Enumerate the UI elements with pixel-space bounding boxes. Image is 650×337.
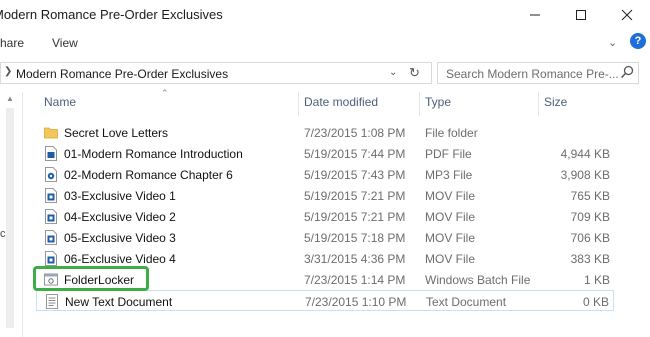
pdf-file-icon <box>45 146 57 161</box>
mov-file-icon <box>45 188 57 203</box>
scrollbar-thumb[interactable] <box>6 108 14 328</box>
sort-ascending-icon: ⌃ <box>161 88 169 98</box>
scroll-up-arrow-icon[interactable]: ▲ <box>6 94 14 103</box>
maximize-icon <box>576 10 586 20</box>
tab-share[interactable]: Share <box>0 36 24 50</box>
title-bar: Modern Romance Pre-Order Exclusives <box>0 0 650 30</box>
mov-file-icon <box>45 230 57 245</box>
column-header-size[interactable]: Size <box>544 95 567 109</box>
maximize-button[interactable] <box>558 0 604 30</box>
close-icon <box>621 9 633 21</box>
help-icon[interactable]: ? <box>630 33 646 49</box>
file-row-05-exclusive-video-3[interactable]: 05-Exclusive Video 3 5/19/2015 7:18 PM M… <box>36 227 614 248</box>
ribbon: Share View ⌄ <box>0 30 650 56</box>
file-row-secret-love-letters[interactable]: Secret Love Letters 7/23/2015 1:08 PM Fi… <box>36 122 614 143</box>
file-row-new-text-document[interactable]: New Text Document 7/23/2015 1:10 PM Text… <box>36 290 614 311</box>
address-bar[interactable]: ❯ Modern Romance Pre-Order Exclusives ⌄ … <box>0 62 432 84</box>
close-button[interactable] <box>604 0 650 30</box>
nav-scrollbar[interactable]: ▲ <box>4 92 16 337</box>
column-divider[interactable] <box>298 92 299 116</box>
search-placeholder: Search Modern Romance Pre-... <box>446 67 619 81</box>
file-row-01-modern-romance-introduction[interactable]: 01-Modern Romance Introduction 5/19/2015… <box>36 143 614 164</box>
folderlocker-highlight-box <box>33 266 149 291</box>
window-title: Modern Romance Pre-Order Exclusives <box>0 7 223 22</box>
address-row: ❯ Modern Romance Pre-Order Exclusives ⌄ … <box>0 58 650 88</box>
address-dropdown-icon[interactable]: ⌄ <box>389 67 397 78</box>
refresh-icon[interactable]: ↻ <box>409 65 420 81</box>
column-header-name[interactable]: Name <box>44 95 76 109</box>
column-header-date-modified[interactable]: Date modified <box>304 95 378 109</box>
search-icon[interactable] <box>620 65 634 79</box>
column-divider[interactable] <box>538 92 539 116</box>
minimize-button[interactable] <box>512 0 558 30</box>
column-divider[interactable] <box>419 92 420 116</box>
file-row-02-modern-romance-chapter-6[interactable]: 02-Modern Romance Chapter 6 5/19/2015 7:… <box>36 164 614 185</box>
tab-view[interactable]: View <box>52 36 78 50</box>
text-file-icon <box>46 294 58 309</box>
folder-icon <box>44 127 58 139</box>
mp3-file-icon <box>45 167 57 182</box>
column-header-type[interactable]: Type <box>425 95 451 109</box>
mov-file-icon <box>45 209 57 224</box>
ribbon-expand-chevron-icon[interactable]: ⌄ <box>608 36 617 49</box>
nav-partial-label: c <box>0 228 6 240</box>
breadcrumb-path[interactable]: Modern Romance Pre-Order Exclusives <box>16 67 228 81</box>
search-input[interactable]: Search Modern Romance Pre-... <box>437 62 639 84</box>
minimize-icon <box>530 14 540 16</box>
breadcrumb-chevron-icon[interactable]: ❯ <box>4 66 12 77</box>
file-row-04-exclusive-video-2[interactable]: 04-Exclusive Video 2 5/19/2015 7:21 PM M… <box>36 206 614 227</box>
mov-file-icon <box>45 251 57 266</box>
file-row-03-exclusive-video-1[interactable]: 03-Exclusive Video 1 5/19/2015 7:21 PM M… <box>36 185 614 206</box>
